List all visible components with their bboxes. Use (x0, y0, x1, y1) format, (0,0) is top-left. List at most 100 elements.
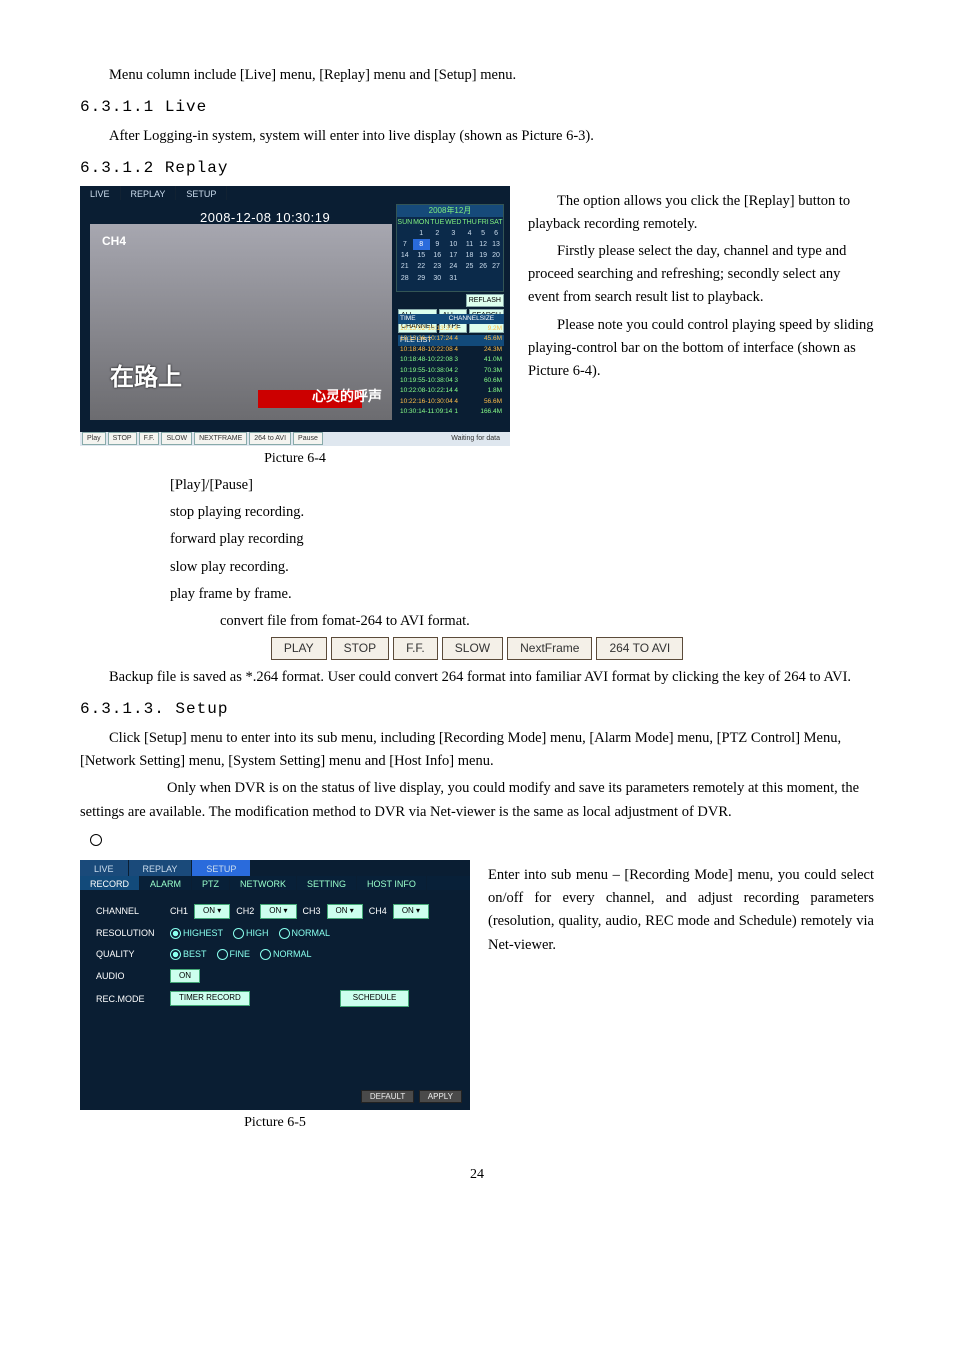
figure-caption-6-5: Picture 6-5 (80, 1112, 470, 1134)
playback-button-row: PLAY STOP F.F. SLOW NextFrame 264 TO AVI (80, 637, 874, 660)
radio-icon[interactable] (217, 949, 228, 960)
file-row[interactable]: 10:13:02-10:13:3149.2M (398, 324, 504, 334)
channel-label: CH4 (102, 232, 126, 251)
setup-para-2: Only when DVR is on the status of live d… (80, 777, 874, 823)
col-size: SIZE (480, 314, 504, 324)
s2-tab-setup[interactable]: SETUP (192, 860, 251, 876)
file-row[interactable]: 10:19:55-10:38:04360.6M (398, 376, 504, 386)
file-row[interactable]: 10:18:48-10:22:08341.0M (398, 355, 504, 365)
video-overlay-1: 在路上 (110, 359, 182, 397)
schedule-button[interactable]: SCHEDULE (340, 990, 410, 1007)
shot-tab-replay[interactable]: REPLAY (121, 186, 177, 200)
ch-select[interactable]: ON ▾ (393, 904, 429, 919)
pb-pause[interactable]: Pause (293, 432, 323, 445)
btn-ff[interactable]: F.F. (393, 637, 438, 660)
replay-para-3: Please note you could control playing sp… (528, 314, 874, 384)
opt-res-normal[interactable]: NORMAL (292, 928, 331, 938)
s2-tab-live[interactable]: LIVE (80, 860, 129, 876)
s2-sub-network[interactable]: NETWORK (230, 876, 297, 890)
opt-q-normal[interactable]: NORMAL (273, 949, 312, 959)
setup-para-1: Click [Setup] menu to enter into its sub… (80, 727, 874, 773)
playback-bar[interactable]: Play STOP F.F. SLOW NEXTFRAME 264 to AVI… (80, 432, 510, 446)
ch-label: CH2 (236, 904, 254, 918)
setup-right-para: Enter into sub menu – [Recording Mode] m… (488, 864, 874, 957)
s2-sub-record[interactable]: RECORD (80, 876, 140, 890)
radio-icon[interactable] (170, 928, 181, 939)
opt-q-best[interactable]: BEST (183, 949, 207, 959)
btn-play[interactable]: PLAY (271, 637, 327, 660)
pb-264avi[interactable]: 264 to AVI (249, 432, 291, 445)
ch-select[interactable]: ON ▾ (194, 904, 230, 919)
ch-select[interactable]: ON ▾ (327, 904, 363, 919)
audio-select[interactable]: ON (170, 969, 200, 984)
btn-slow[interactable]: SLOW (442, 637, 503, 660)
apply-button[interactable]: APPLY (419, 1090, 462, 1103)
shot-tab-setup[interactable]: SETUP (176, 186, 227, 200)
line-play-pause: [Play]/[Pause] (170, 474, 874, 497)
file-row[interactable]: 10:22:16-10:30:04456.6M (398, 397, 504, 407)
pb-play[interactable]: Play (82, 432, 106, 445)
calendar[interactable]: 2008年12月 SUNMONTUEWEDTHUFRISAT1234567891… (396, 204, 504, 292)
label-audio: AUDIO (96, 969, 170, 983)
btn-stop[interactable]: STOP (331, 637, 389, 660)
heading-setup: 6.3.1.3. Setup (80, 697, 874, 723)
replay-para-4: Backup file is saved as *.264 format. Us… (80, 666, 874, 689)
line-stop: stop playing recording. (170, 501, 874, 524)
file-row[interactable]: 10:30:14-11:09:141166.4M (398, 407, 504, 417)
file-row[interactable]: 10:22:08-10:22:1441.8M (398, 386, 504, 396)
default-button[interactable]: DEFAULT (361, 1090, 414, 1103)
s2-sub-ptz[interactable]: PTZ (192, 876, 230, 890)
video-overlay-2: 心灵的呼声 (312, 385, 382, 407)
pb-slow[interactable]: SLOW (161, 432, 192, 445)
heading-live: 6.3.1.1 Live (80, 95, 874, 121)
figure-caption-6-4: Picture 6-4 (80, 448, 510, 470)
heading-replay: 6.3.1.2 Replay (80, 156, 874, 182)
bullet-icon (90, 834, 102, 846)
file-list[interactable]: TIME CHANNEL SIZE 10:13:02-10:13:3149.2M… (398, 314, 504, 418)
replay-para-1: The option allows you click the [Replay]… (528, 190, 874, 236)
ch-select[interactable]: ON ▾ (260, 904, 296, 919)
pb-stop[interactable]: STOP (108, 432, 137, 445)
radio-icon[interactable] (260, 949, 271, 960)
opt-res-highest[interactable]: HIGHEST (183, 928, 223, 938)
ch-label: CH1 (170, 904, 188, 918)
btn-nextframe[interactable]: NextFrame (507, 637, 592, 660)
calendar-grid[interactable]: SUNMONTUEWEDTHUFRISAT1234567891011121314… (397, 217, 503, 284)
btn-264-to-avi[interactable]: 264 TO AVI (596, 637, 683, 660)
label-resolution: RESOLUTION (96, 926, 170, 940)
file-row[interactable]: 10:13:36-10:17:24445.6M (398, 334, 504, 344)
s2-sub-hostinfo[interactable]: HOST INFO (357, 876, 427, 890)
intro-paragraph: Menu column include [Live] menu, [Replay… (80, 64, 874, 87)
pb-status: Waiting for data (447, 433, 504, 444)
opt-res-high[interactable]: HIGH (246, 928, 269, 938)
calendar-title: 2008年12月 (397, 205, 503, 217)
file-row[interactable]: 10:19:55-10:38:04270.3M (398, 366, 504, 376)
radio-icon[interactable] (233, 928, 244, 939)
s2-tab-replay[interactable]: REPLAY (129, 860, 193, 876)
radio-icon[interactable] (279, 928, 290, 939)
line-frame: play frame by frame. (170, 583, 874, 606)
replay-screenshot: LIVE REPLAY SETUP 在路上 心灵的呼声 2008-12-08 1… (80, 186, 510, 446)
setup-screenshot: LIVE REPLAY SETUP RECORD ALARM PTZ NETWO… (80, 860, 470, 1110)
s2-sub-alarm[interactable]: ALARM (140, 876, 192, 890)
opt-q-fine[interactable]: FINE (230, 949, 251, 959)
radio-icon[interactable] (170, 949, 181, 960)
ch-label: CH3 (303, 904, 321, 918)
pb-ff[interactable]: F.F. (139, 432, 160, 445)
label-channel: CHANNEL (96, 904, 170, 918)
file-row[interactable]: 10:18:48-10:22:08424.3M (398, 345, 504, 355)
ch-label: CH4 (369, 904, 387, 918)
refresh-button[interactable]: REFLASH (466, 294, 504, 307)
video-area: 在路上 心灵的呼声 (90, 224, 392, 420)
pb-nextframe[interactable]: NEXTFRAME (194, 432, 247, 445)
label-recmode: REC.MODE (96, 992, 170, 1006)
line-ff: forward play recording (170, 528, 874, 551)
line-convert: convert file from fomat-264 to AVI forma… (220, 610, 874, 633)
live-paragraph: After Logging-in system, system will ent… (80, 125, 874, 148)
shot-tab-live[interactable]: LIVE (80, 186, 121, 200)
s2-sub-setting[interactable]: SETTING (297, 876, 357, 890)
document-page: Menu column include [Live] menu, [Replay… (0, 0, 954, 1227)
recmode-select[interactable]: TIMER RECORD (170, 991, 250, 1006)
col-channel: CHANNEL (449, 314, 480, 324)
replay-para-2: Firstly please select the day, channel a… (528, 240, 874, 310)
